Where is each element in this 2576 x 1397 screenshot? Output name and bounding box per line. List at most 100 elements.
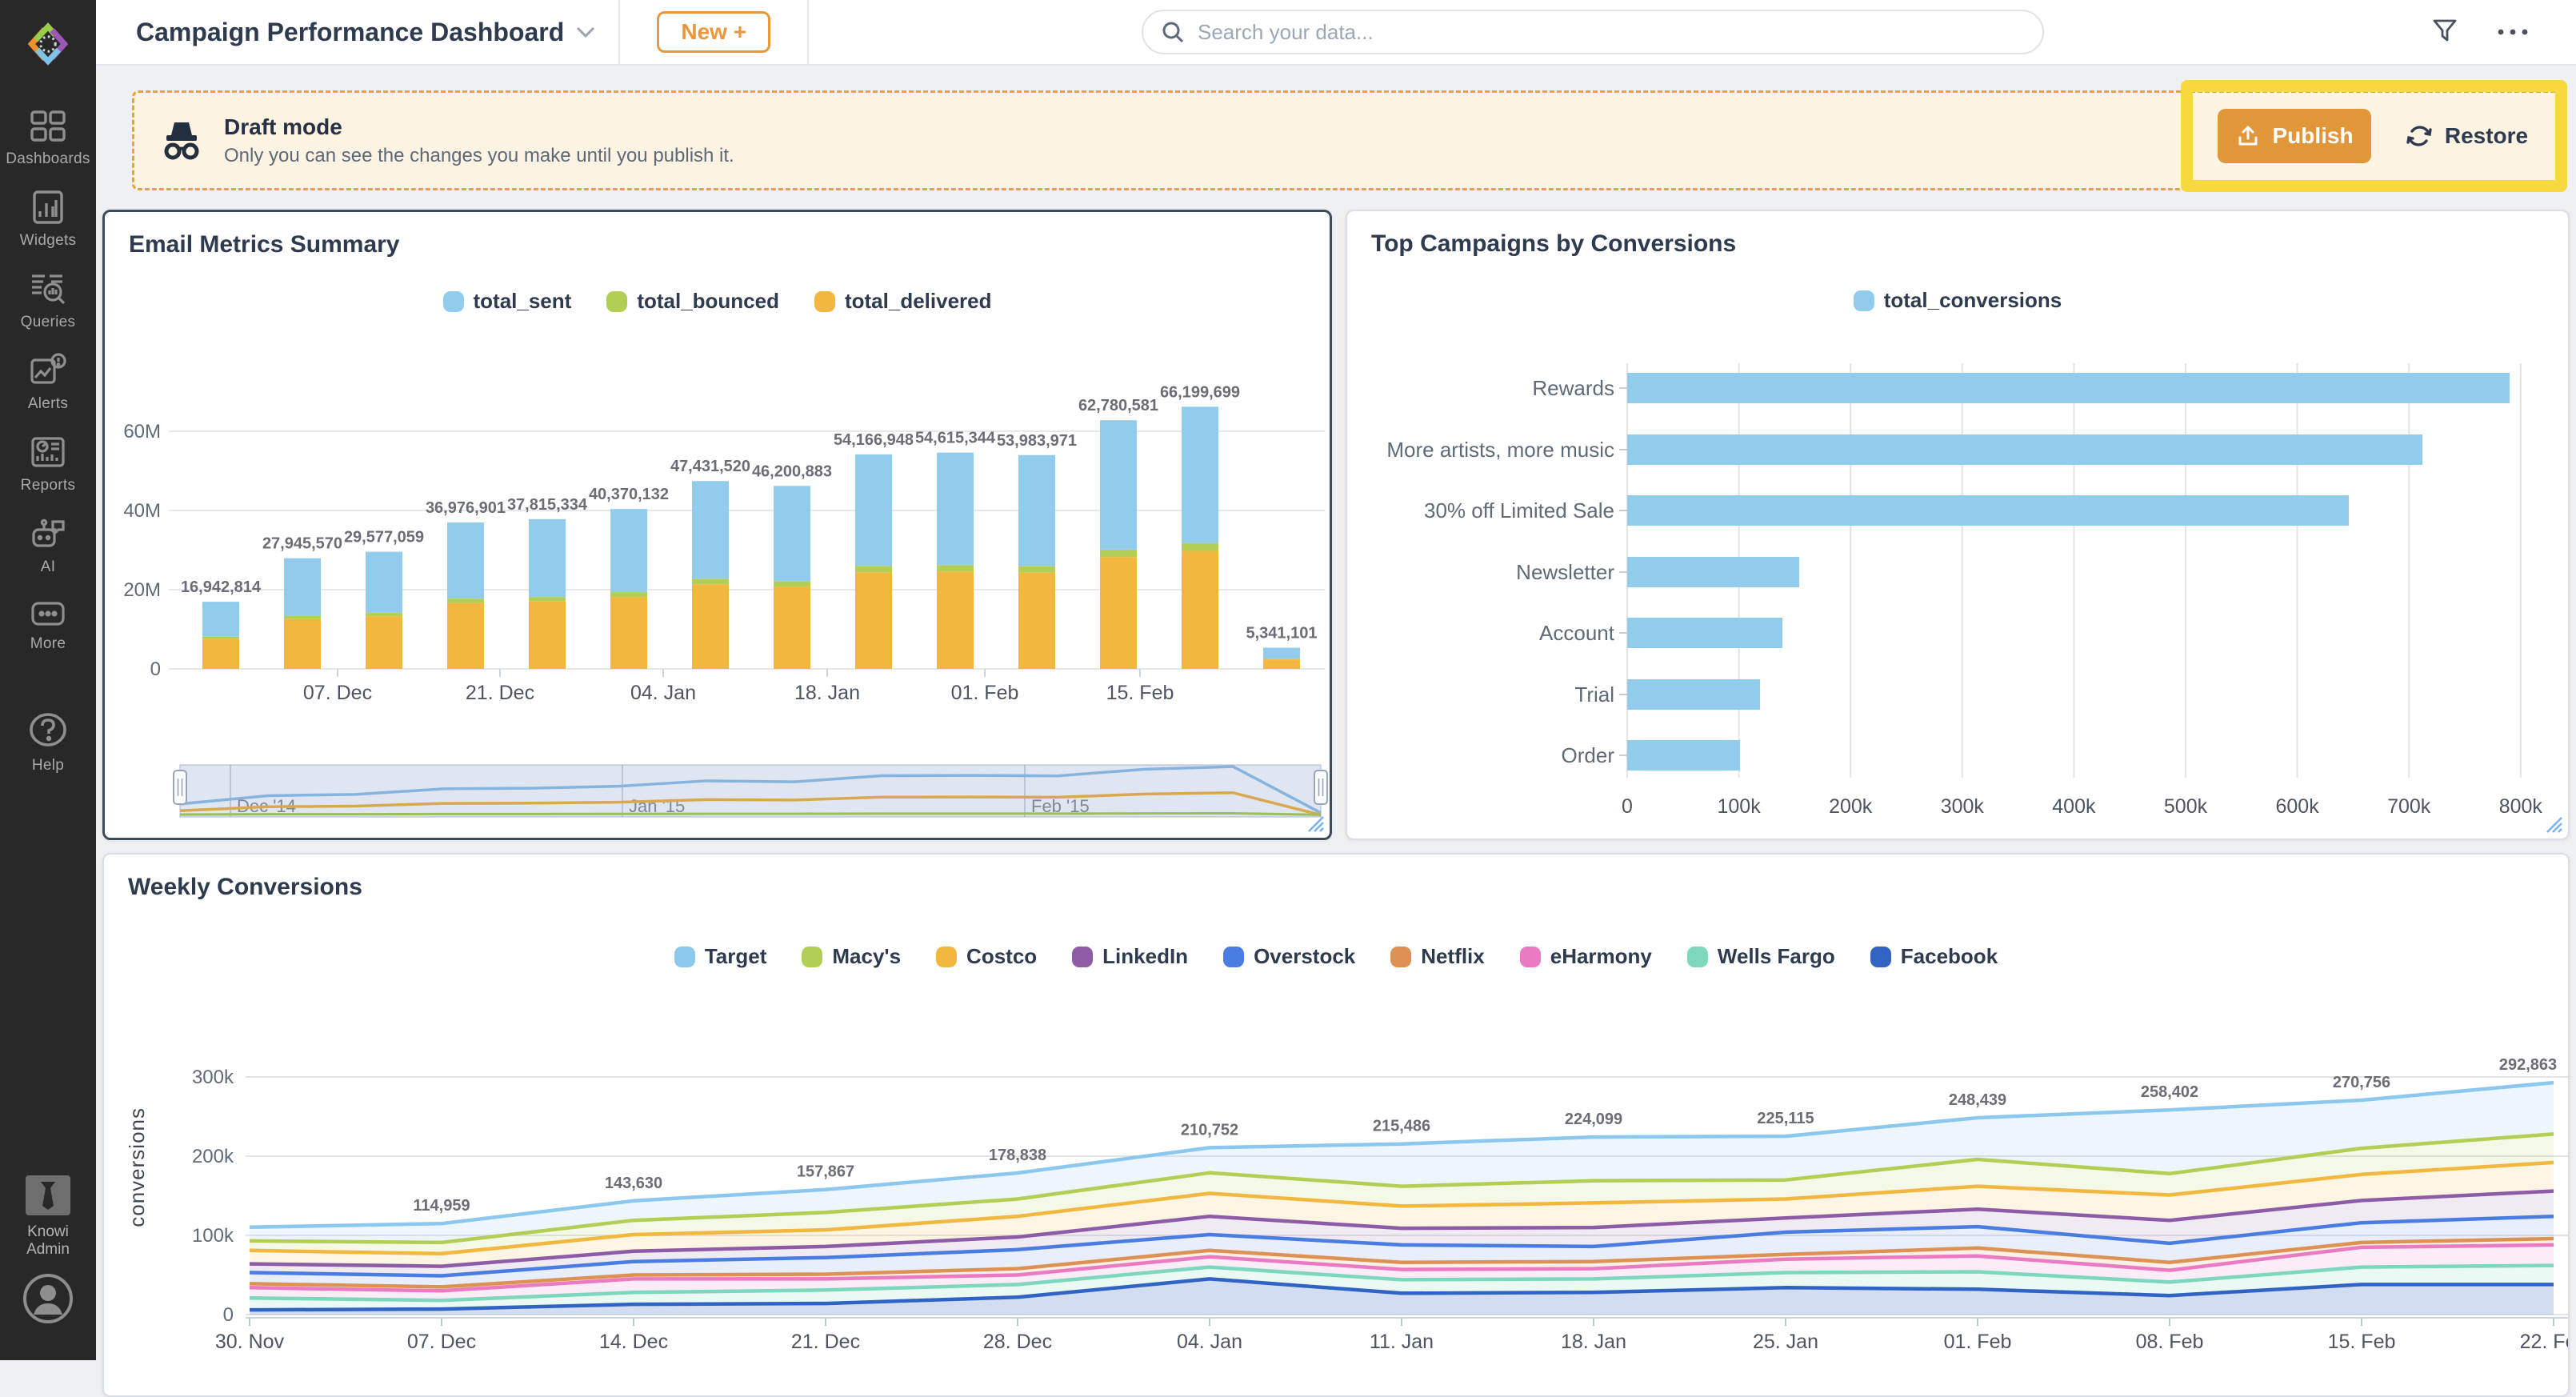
sidebar-item-label: More — [30, 635, 66, 653]
svg-text:0: 0 — [150, 658, 161, 680]
svg-text:27,945,570: 27,945,570 — [262, 535, 342, 553]
sidebar-item-more[interactable]: More — [0, 597, 96, 653]
svg-text:30% off Limited Sale: 30% off Limited Sale — [1424, 498, 1614, 522]
banner-title: Draft mode — [224, 114, 734, 140]
resize-handle[interactable] — [2542, 813, 2563, 834]
svg-text:Trial: Trial — [1574, 682, 1614, 707]
sidebar-item-queries[interactable]: Queries — [0, 270, 96, 331]
legend-item-eharmony[interactable]: eHarmony — [1520, 944, 1652, 969]
legend-item-netflix[interactable]: Netflix — [1390, 944, 1484, 969]
sidebar-account[interactable]: Knowi Admin — [14, 1175, 82, 1259]
upload-icon — [2235, 123, 2261, 149]
legend-label: total_sent — [474, 289, 572, 314]
legend-item-total-bounced[interactable]: total_bounced — [606, 289, 779, 314]
publish-button[interactable]: Publish — [2218, 109, 2371, 163]
legend-item-wells-fargo[interactable]: Wells Fargo — [1687, 944, 1835, 969]
knowi-logo[interactable] — [0, 0, 96, 88]
legend-item-overstock[interactable]: Overstock — [1223, 944, 1355, 969]
svg-text:62,780,581: 62,780,581 — [1078, 397, 1158, 414]
sidebar-item-label: Queries — [21, 314, 76, 331]
user-avatar-icon — [22, 1273, 74, 1324]
search-input[interactable] — [1196, 19, 1919, 46]
svg-text:300k: 300k — [192, 1067, 234, 1088]
svg-text:500k: 500k — [2164, 795, 2208, 818]
top-campaigns-chart: 0100k200k300k400k500k600k700k800kRewards… — [1347, 339, 2566, 837]
restore-label: Restore — [2445, 123, 2528, 149]
svg-text:200k: 200k — [1829, 795, 1873, 818]
filter-icon[interactable] — [2430, 18, 2459, 46]
reports-icon — [29, 434, 67, 470]
legend-label: Netflix — [1421, 944, 1484, 969]
widget-top-campaigns: Top Campaigns by Conversions total_conve… — [1346, 210, 2570, 840]
svg-text:157,867: 157,867 — [797, 1163, 854, 1181]
legend-item-macy-s[interactable]: Macy's — [802, 944, 901, 969]
svg-text:54,615,344: 54,615,344 — [915, 430, 996, 447]
legend-item-target[interactable]: Target — [674, 944, 767, 969]
queries-icon — [29, 270, 67, 307]
navigator-handle[interactable] — [1314, 771, 1327, 804]
svg-text:600k: 600k — [2275, 795, 2319, 818]
svg-text:More artists, more music: More artists, more music — [1386, 438, 1614, 462]
svg-text:Order: Order — [1562, 743, 1615, 767]
sidebar-item-help[interactable]: Help — [0, 709, 96, 775]
legend-item-total-sent[interactable]: total_sent — [443, 289, 572, 314]
dashboard-title-dropdown[interactable]: Campaign Performance Dashboard — [136, 18, 596, 47]
legend-item-costco[interactable]: Costco — [936, 944, 1037, 969]
legend-color-chip — [802, 947, 822, 967]
svg-text:258,402: 258,402 — [2141, 1083, 2198, 1101]
legend-item-total-delivered[interactable]: total_delivered — [814, 289, 992, 314]
sidebar-item-dashboards[interactable]: Dashboards — [0, 109, 96, 168]
legend-label: total_conversions — [1884, 288, 2062, 313]
svg-text:20M: 20M — [123, 579, 161, 601]
sidebar-item-ai[interactable]: AI — [0, 515, 96, 576]
svg-text:0: 0 — [223, 1304, 234, 1326]
sidebar-item-reports[interactable]: Reports — [0, 434, 96, 494]
more-options-icon[interactable] — [2496, 27, 2530, 37]
svg-text:16,942,814: 16,942,814 — [181, 578, 262, 596]
sidebar-item-label: Widgets — [20, 232, 77, 250]
legend-color-chip — [606, 291, 627, 312]
legend-color-chip — [1072, 947, 1093, 967]
svg-text:114,959: 114,959 — [413, 1197, 470, 1215]
incognito-icon — [157, 116, 206, 166]
legend-item-facebook[interactable]: Facebook — [1870, 944, 1998, 969]
legend-color-chip — [814, 291, 835, 312]
top-bar: Campaign Performance Dashboard New + — [96, 0, 2576, 66]
widget-title: Email Metrics Summary — [129, 231, 399, 258]
sidebar-item-widgets[interactable]: Widgets — [0, 189, 96, 250]
legend-color-chip — [1390, 947, 1411, 967]
search-bar — [1142, 10, 2044, 54]
navigator-handle[interactable] — [174, 771, 186, 804]
organization-icon — [26, 1175, 70, 1215]
avatar[interactable] — [22, 1273, 74, 1328]
svg-text:40,370,132: 40,370,132 — [589, 486, 669, 503]
svg-text:37,815,334: 37,815,334 — [507, 496, 588, 514]
svg-text:224,099: 224,099 — [1565, 1111, 1622, 1128]
sidebar-item-label: AI — [41, 558, 56, 576]
svg-text:25. Jan: 25. Jan — [1753, 1331, 1818, 1353]
legend-label: Facebook — [1901, 944, 1998, 969]
legend-item-linkedin[interactable]: LinkedIn — [1072, 944, 1188, 969]
restore-button[interactable]: Restore — [2390, 109, 2542, 163]
svg-text:210,752: 210,752 — [1181, 1121, 1238, 1139]
svg-text:54,166,948: 54,166,948 — [834, 431, 914, 449]
svg-text:18. Jan: 18. Jan — [1561, 1331, 1626, 1353]
sidebar-item-alerts[interactable]: Alerts — [0, 352, 96, 413]
campaigns-legend: total_conversions — [1347, 288, 2568, 313]
svg-text:248,439: 248,439 — [1949, 1091, 2006, 1109]
alerts-icon — [29, 352, 67, 389]
svg-text:225,115: 225,115 — [1757, 1110, 1814, 1127]
svg-text:21. Dec: 21. Dec — [791, 1331, 860, 1353]
svg-text:0: 0 — [1622, 795, 1633, 818]
legend-label: LinkedIn — [1102, 944, 1188, 969]
svg-text:178,838: 178,838 — [989, 1147, 1046, 1164]
svg-text:08. Feb: 08. Feb — [2136, 1331, 2204, 1353]
ai-icon — [29, 515, 67, 552]
new-button[interactable]: New + — [657, 11, 770, 53]
sidebar-item-label: Alerts — [28, 395, 68, 413]
resize-handle[interactable] — [1304, 812, 1325, 833]
svg-text:66,199,699: 66,199,699 — [1160, 383, 1240, 401]
svg-text:40M: 40M — [123, 500, 161, 522]
legend-item-total-conversions[interactable]: total_conversions — [1854, 288, 2062, 313]
svg-text:22. Feb: 22. Feb — [2520, 1331, 2568, 1353]
